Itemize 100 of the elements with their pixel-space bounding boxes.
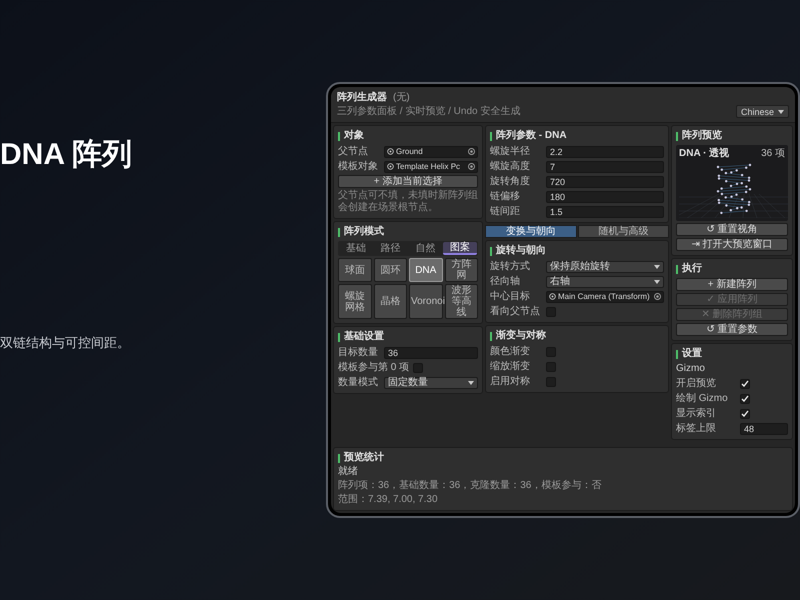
field-label: 缩放渐变	[490, 360, 531, 372]
object-icon	[387, 163, 394, 170]
object-icon	[549, 293, 556, 300]
field-label: 螺旋半径	[490, 146, 531, 158]
number-field[interactable]: 2.2	[546, 146, 664, 158]
field-label: 数量模式	[338, 376, 379, 388]
section-title: 阵列预览	[682, 130, 722, 142]
accent-bar	[338, 454, 340, 462]
number-field[interactable]: 36	[384, 346, 478, 358]
field-label: 模板参与第 0 项	[338, 362, 410, 374]
mode-tab[interactable]: 基础	[339, 242, 373, 255]
accent-bar	[676, 264, 678, 274]
dropdown[interactable]: 右轴	[546, 276, 664, 288]
checkbox[interactable]	[413, 362, 424, 372]
language-dropdown[interactable]: Chinese	[736, 105, 789, 118]
field-label: 看向父节点	[490, 306, 541, 318]
field-label: 旋转角度	[490, 176, 531, 188]
section-title: 阵列参数 - DNA	[496, 130, 567, 142]
field-label: 绘制 Gizmo	[676, 392, 729, 404]
field-label: 开启预览	[676, 378, 717, 390]
section-title: 基础设置	[344, 331, 384, 343]
add-selection-button[interactable]: + 添加当前选择	[338, 175, 478, 188]
accent-bar	[490, 332, 492, 340]
app-title-note: (无)	[393, 92, 410, 104]
help-note: 父节点可不填，未填时新阵列组会创建在场景根节点。	[338, 190, 478, 214]
target-icon	[654, 293, 661, 300]
sub-tab[interactable]: 随机与高级	[578, 225, 669, 238]
checkbox[interactable]	[740, 408, 750, 418]
number-field[interactable]: 1.5	[546, 206, 664, 218]
stats-line: 阵列项：36，基础数量：36，克隆数量：36，模板参与：否	[338, 480, 602, 492]
slide-title: DNA 阵列	[0, 137, 134, 173]
object-field[interactable]: Main Camera (Transform)	[546, 290, 664, 302]
mode-button[interactable]: 圆环	[374, 258, 407, 282]
accent-bar	[338, 132, 340, 140]
object-field[interactable]: Ground	[384, 146, 478, 158]
accent-bar	[490, 246, 492, 256]
section-title: 设置	[682, 348, 702, 360]
group-label: Gizmo	[676, 363, 706, 375]
object-field[interactable]: Template Helix Pc	[384, 160, 478, 172]
action-button[interactable]: + 新建阵列	[676, 278, 788, 291]
mode-tab[interactable]: 自然	[408, 242, 442, 255]
checkbox[interactable]	[546, 376, 556, 386]
field-label: 显示索引	[676, 408, 717, 420]
dropdown[interactable]: 保持原始旋转	[546, 260, 664, 272]
field-label: 目标数量	[338, 346, 379, 358]
mode-button[interactable]: 方阵网	[444, 258, 478, 282]
number-field[interactable]: 720	[546, 176, 664, 188]
object-icon	[387, 148, 394, 155]
mode-button[interactable]: 晶格	[374, 284, 407, 319]
mode-button[interactable]: 波形等高线	[444, 284, 478, 319]
field-label: 父节点	[338, 146, 369, 158]
action-button[interactable]: ↺ 重置参数	[676, 323, 788, 336]
stats-line: 范围：7.39, 7.00, 7.30	[338, 494, 439, 506]
field-label: 螺旋高度	[490, 160, 531, 172]
field-label: 启用对称	[490, 376, 531, 388]
section-title: 对象	[344, 130, 364, 142]
checkbox[interactable]	[546, 346, 556, 356]
accent-bar	[490, 132, 492, 140]
target-icon	[468, 148, 475, 155]
section-title: 阵列模式	[344, 226, 384, 238]
view-label: DNA · 透视	[679, 148, 730, 160]
field-label: 标签上限	[676, 422, 717, 434]
app-subtitle: 三列参数面板 / 实时预览 / Undo 安全生成	[337, 106, 520, 118]
number-field[interactable]: 7	[546, 160, 664, 172]
status-text: 就绪	[338, 466, 359, 478]
field-label: 链间距	[490, 206, 521, 218]
dropdown[interactable]: 固定数量	[384, 376, 478, 388]
field-label: 颜色渐变	[490, 346, 531, 358]
checkbox[interactable]	[740, 378, 750, 388]
mode-button[interactable]: DNA	[409, 258, 442, 282]
target-icon	[468, 163, 475, 170]
field-label: 模板对象	[338, 160, 379, 172]
section-title: 渐变与对称	[496, 330, 546, 342]
caret-icon	[654, 280, 660, 284]
field-label: 中心目标	[490, 290, 531, 302]
section-title: 旋转与朝向	[496, 245, 546, 257]
mode-button[interactable]: 球面	[338, 258, 372, 282]
field-label: 链偏移	[490, 190, 521, 202]
number-field[interactable]: 48	[740, 422, 788, 434]
preview-button[interactable]: ↺ 重置视角	[676, 223, 788, 236]
mode-button[interactable]: 螺旋网格	[338, 284, 372, 319]
checkbox[interactable]	[546, 362, 556, 372]
accent-bar	[338, 228, 340, 236]
field-label: 旋转方式	[490, 260, 531, 272]
mode-tab[interactable]: 路径	[374, 242, 408, 255]
caret-icon	[654, 264, 660, 268]
section-title: 预览统计	[344, 452, 384, 464]
preview-button[interactable]: ⇥ 打开大预览窗口	[676, 238, 788, 251]
number-field[interactable]: 180	[546, 190, 664, 202]
accent-bar	[338, 332, 340, 342]
caret-icon	[468, 380, 474, 384]
sub-tab[interactable]: 变换与朝向	[485, 225, 576, 238]
mode-button[interactable]: Voronoi	[409, 284, 442, 319]
field-label: 径向轴	[490, 276, 521, 288]
checkbox[interactable]	[546, 306, 556, 316]
accent-bar	[676, 132, 678, 140]
caret-icon	[778, 110, 784, 114]
app-title: 阵列生成器	[337, 92, 387, 104]
checkbox[interactable]	[740, 394, 750, 404]
mode-tab[interactable]: 图案	[443, 242, 477, 255]
